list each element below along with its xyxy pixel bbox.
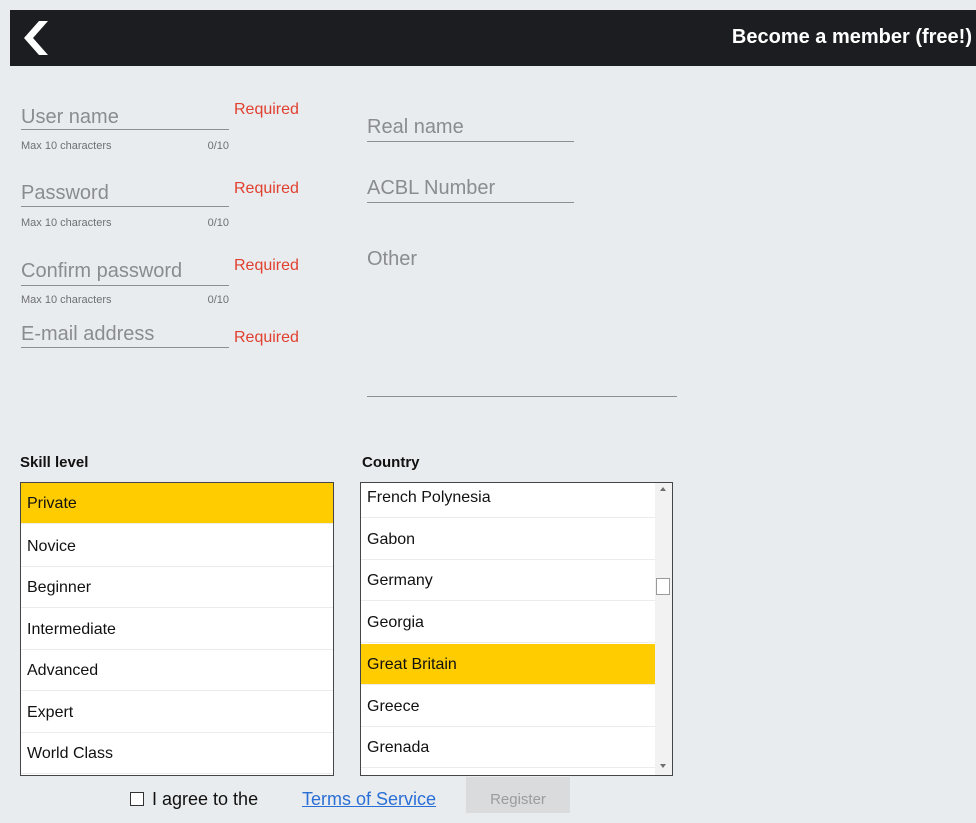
other-textarea[interactable]: Other	[367, 240, 677, 400]
email-field[interactable]: E-mail address	[21, 318, 229, 350]
password-field[interactable]: Password	[21, 176, 229, 208]
acbl-number-field[interactable]: ACBL Number	[367, 172, 574, 206]
acbl-number-underline	[367, 202, 574, 203]
scroll-down-arrow-icon[interactable]	[660, 764, 666, 768]
password-hint: Max 10 characters	[21, 217, 112, 229]
scroll-up-arrow-icon[interactable]	[660, 487, 666, 491]
skill-option[interactable]: Expert	[21, 692, 333, 733]
skill-option[interactable]: Beginner	[21, 567, 333, 608]
email-underline	[21, 347, 229, 348]
chevron-left-icon[interactable]	[22, 21, 48, 55]
country-listbox[interactable]: Grenada Greece Great Britain Georgia Germany…	[360, 482, 673, 776]
username-underline	[21, 129, 229, 130]
confirm-password-hint: Max 10 characters	[21, 294, 112, 306]
confirm-password-placeholder: Confirm password	[21, 260, 183, 282]
confirm-password-required: Required	[234, 257, 299, 274]
country-option[interactable]: Greece	[361, 686, 655, 727]
country-label: Country	[362, 454, 420, 471]
country-option[interactable]: Gabon	[361, 519, 655, 560]
skill-level-label: Skill level	[20, 454, 89, 471]
username-placeholder: User name	[21, 106, 119, 128]
username-count: 0/10	[207, 140, 229, 152]
password-count: 0/10	[207, 217, 229, 229]
confirm-password-count: 0/10	[207, 294, 229, 306]
country-option[interactable]: Germany	[361, 560, 655, 601]
country-option[interactable]: Georgia	[361, 602, 655, 643]
email-placeholder: E-mail address	[21, 323, 155, 345]
skill-option[interactable]: Intermediate	[21, 609, 333, 650]
country-option[interactable]: French Polynesia	[361, 483, 655, 518]
confirm-password-field[interactable]: Confirm password	[21, 254, 229, 286]
skill-option[interactable]: Private	[21, 483, 333, 524]
top-bar: Become a member (free!)	[10, 10, 976, 66]
real-name-field[interactable]: Real name	[367, 110, 574, 144]
password-placeholder: Password	[21, 182, 109, 204]
username-field[interactable]: User name	[21, 100, 229, 132]
skill-option[interactable]: Novice	[21, 526, 333, 567]
skill-level-listbox[interactable]: World Class Expert Advanced Intermediate Beg…	[20, 482, 334, 776]
country-option[interactable]: Great Britain	[361, 644, 655, 685]
other-underline	[367, 396, 677, 397]
confirm-password-underline	[21, 285, 229, 286]
username-required: Required	[234, 101, 299, 118]
other-placeholder: Other	[367, 248, 418, 270]
country-option[interactable]: Grenada	[361, 727, 655, 768]
page-title: Become a member (free!)	[731, 26, 972, 48]
real-name-placeholder: Real name	[367, 116, 464, 138]
real-name-underline	[367, 141, 574, 142]
password-required: Required	[234, 180, 299, 197]
agree-text: I agree to the	[152, 789, 259, 809]
register-button[interactable]: Register	[466, 777, 570, 813]
password-underline	[21, 206, 229, 207]
username-hint: Max 10 characters	[21, 140, 112, 152]
email-required: Required	[234, 329, 299, 346]
scroll-thumb[interactable]	[656, 578, 670, 595]
skill-option[interactable]: Advanced	[21, 650, 333, 691]
terms-of-service-link[interactable]: Terms of Service	[302, 789, 436, 810]
acbl-number-placeholder: ACBL Number	[367, 177, 496, 199]
agree-checkbox[interactable]	[130, 792, 144, 806]
skill-option[interactable]: World Class	[21, 733, 333, 774]
country-scrollbar[interactable]	[655, 483, 672, 775]
